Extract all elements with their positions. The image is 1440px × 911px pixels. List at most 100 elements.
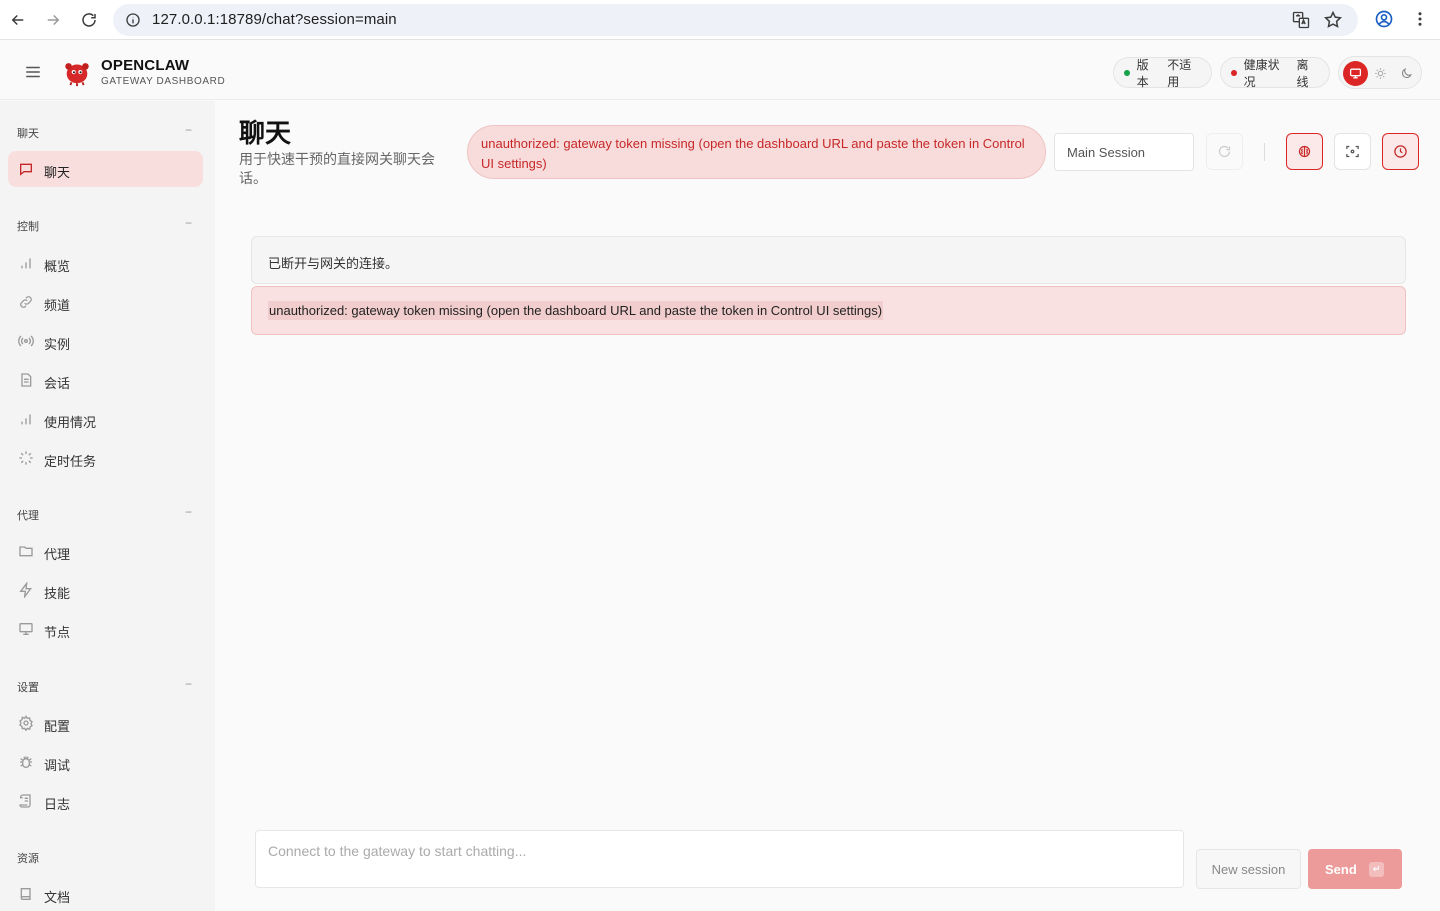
enter-key-icon: ↵ [1369, 862, 1384, 877]
sidebar-item-label: 文档 [44, 890, 71, 905]
cron-toggle-button[interactable] [1382, 133, 1419, 170]
message-icon [18, 161, 34, 177]
sidebar-item-usage[interactable]: 使用情况 [8, 401, 203, 437]
theme-light-button[interactable] [1368, 61, 1393, 86]
section-collapse-agents[interactable]: − [185, 505, 192, 519]
sidebar-item-instances[interactable]: 实例 [8, 323, 203, 359]
sidebar-item-label: 节点 [44, 625, 71, 640]
forward-icon[interactable] [41, 8, 65, 32]
browser-toolbar: 127.0.0.1:18789/chat?session=main [0, 0, 1440, 40]
bookmark-star-icon[interactable] [1323, 10, 1343, 30]
brand-subtitle: GATEWAY DASHBOARD [101, 76, 226, 87]
sidebar-item-label: 聊天 [44, 165, 71, 180]
app-header: OPENCLAW GATEWAY DASHBOARD 版本 不适用 健康状况 离… [0, 44, 1440, 100]
version-status-dot [1124, 69, 1130, 76]
sidebar-item-nodes[interactable]: 节点 [8, 611, 203, 647]
translate-icon[interactable] [1291, 10, 1311, 30]
hamburger-menu-icon[interactable] [24, 63, 42, 81]
new-session-button[interactable]: New session [1196, 849, 1301, 889]
back-icon[interactable] [6, 8, 30, 32]
error-banner: unauthorized: gateway token missing (ope… [467, 125, 1046, 179]
brand-title: OPENCLAW [101, 57, 190, 74]
sidebar-item-docs[interactable]: 文档 [8, 876, 203, 911]
section-collapse-settings[interactable]: − [185, 677, 192, 691]
message-input[interactable]: Connect to the gateway to start chatting… [255, 830, 1184, 888]
book-icon [18, 886, 34, 902]
moon-icon [1401, 68, 1412, 79]
sidebar-item-channels[interactable]: 频道 [8, 284, 203, 320]
send-label: Send [1325, 861, 1357, 877]
scroll-icon [18, 793, 34, 809]
gear-icon [18, 715, 34, 732]
section-title-agents: 代理 [17, 510, 39, 522]
sidebar-item-chat[interactable]: 聊天 [8, 151, 203, 187]
sidebar-item-cron[interactable]: 定时任务 [8, 440, 203, 476]
page-subtitle: 用于快速干预的直接网关聊天会话。 [239, 151, 435, 186]
clock-icon [1394, 145, 1407, 158]
zap-icon [18, 580, 34, 600]
link-icon [18, 294, 34, 310]
health-value: 离线 [1296, 57, 1309, 89]
section-title-control: 控制 [17, 221, 39, 233]
loader-icon [18, 450, 34, 466]
brain-icon [1298, 145, 1311, 158]
bar-chart-icon [18, 411, 34, 427]
sidebar-item-debug[interactable]: 调试 [8, 744, 203, 780]
sidebar-item-agents[interactable]: 代理 [8, 533, 203, 569]
sidebar-item-label: 会话 [44, 376, 71, 391]
sidebar-item-config[interactable]: 配置 [8, 705, 203, 741]
sidebar-item-label: 频道 [44, 298, 71, 313]
section-title-resources: 资源 [17, 853, 39, 865]
sidebar-item-label: 代理 [44, 547, 71, 562]
version-label: 版本 [1136, 57, 1149, 89]
folder-icon [18, 543, 34, 559]
sidebar-item-overview[interactable]: 概览 [8, 245, 203, 281]
version-value: 不适用 [1167, 57, 1192, 89]
sidebar-item-label: 使用情况 [44, 415, 97, 430]
health-label: 健康状况 [1243, 57, 1280, 89]
sidebar-item-label: 概览 [44, 259, 71, 274]
sidebar-item-sessions[interactable]: 会话 [8, 362, 203, 398]
refresh-button[interactable] [1206, 133, 1243, 170]
file-icon [18, 372, 34, 388]
sidebar-item-logs[interactable]: 日志 [8, 783, 203, 819]
error-message-box: unauthorized: gateway token missing (ope… [251, 286, 1406, 335]
more-menu-icon[interactable] [1411, 9, 1429, 29]
sidebar-item-label: 日志 [44, 797, 71, 812]
site-info-icon[interactable] [125, 12, 141, 28]
sidebar-item-label: 调试 [44, 758, 71, 773]
refresh-icon [1218, 145, 1231, 158]
sun-icon [1375, 68, 1386, 79]
send-button[interactable]: Send ↵ [1308, 849, 1402, 889]
focus-icon [1346, 145, 1359, 158]
section-title-settings: 设置 [17, 682, 39, 694]
sidebar-item-skills[interactable]: 技能 [8, 572, 203, 608]
theme-switcher [1338, 56, 1422, 89]
section-collapse-control[interactable]: − [185, 216, 192, 230]
section-title-chat: 聊天 [17, 128, 39, 140]
sidebar-item-label: 实例 [44, 337, 71, 352]
openclaw-logo [65, 63, 89, 87]
radio-icon [18, 333, 34, 349]
health-status-dot [1231, 69, 1237, 76]
page-title: 聊天 [239, 118, 292, 148]
theme-dark-button[interactable] [1394, 61, 1419, 86]
bar-chart-icon [18, 255, 34, 271]
health-pill: 健康状况 离线 [1220, 57, 1330, 89]
focus-mode-button[interactable] [1334, 133, 1371, 170]
profile-icon[interactable] [1374, 9, 1394, 29]
section-collapse-chat[interactable]: − [185, 123, 192, 137]
sidebar-item-label: 配置 [44, 719, 71, 734]
error-message-text: unauthorized: gateway token missing (ope… [268, 301, 884, 320]
reload-icon[interactable] [77, 8, 101, 32]
toolbar-divider [1264, 143, 1265, 161]
url-text[interactable]: 127.0.0.1:18789/chat?session=main [152, 11, 397, 28]
sidebar: 聊天 − 聊天 控制 − 概览 频道 实例 会话 使用情况 定时任务 代理 − … [0, 101, 215, 911]
theme-system-button[interactable] [1343, 61, 1368, 86]
monitor-icon [1349, 68, 1362, 79]
bug-icon [18, 754, 34, 770]
address-bar[interactable]: 127.0.0.1:18789/chat?session=main [113, 4, 1358, 36]
sidebar-item-label: 技能 [44, 586, 71, 601]
session-select[interactable]: Main Session [1054, 133, 1194, 171]
thinking-toggle-button[interactable] [1286, 133, 1323, 170]
